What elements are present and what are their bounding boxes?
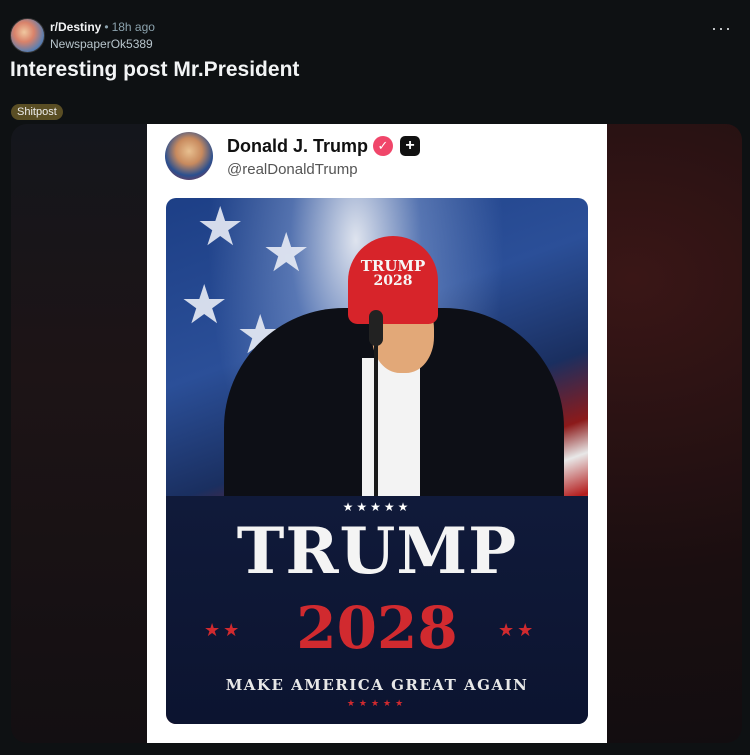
shirt-shape xyxy=(362,358,420,508)
banner-headline: TRUMP xyxy=(236,514,518,589)
post-title[interactable]: Interesting post Mr.President xyxy=(10,58,299,82)
post-media[interactable]: Donald J. Trump ✓ + @realDonaldTrump ★ ★… xyxy=(11,124,742,743)
embedded-handle: @realDonaldTrump xyxy=(227,161,358,178)
cap-text-line2: 2028 xyxy=(373,273,413,289)
post-flair[interactable]: Shitpost xyxy=(11,104,63,120)
microphone-stand xyxy=(374,338,378,498)
subreddit-link[interactable]: r/Destiny xyxy=(50,20,101,34)
post-header: r/Destiny • 18h ago NewspaperOk5389 ··· xyxy=(10,16,740,56)
flag-star-icon: ★ xyxy=(262,223,311,283)
embedded-avatar xyxy=(165,132,213,180)
embedded-author-name: Donald J. Trump xyxy=(227,136,369,156)
author-link[interactable]: NewspaperOk5389 xyxy=(50,37,153,51)
verified-badge-icon: ✓ xyxy=(373,136,393,156)
media-blur-background xyxy=(11,124,147,743)
microphone-icon xyxy=(369,310,383,346)
cap-text-line1: TRUMP xyxy=(360,257,426,275)
poster-banner: ★★★★★ TRUMP ★★ 2028 ★★ MAKE AMERICA GREA… xyxy=(166,496,588,724)
banner-right-stars: ★★ xyxy=(498,620,537,640)
embedded-truth-post: Donald J. Trump ✓ + @realDonaldTrump ★ ★… xyxy=(147,124,607,743)
plus-badge-icon: + xyxy=(400,136,420,156)
post-age: 18h ago xyxy=(111,20,155,34)
campaign-poster-image: ★ ★ ★ ★ TRUMP 2028 ★★★★★ TRUMP ★★ 2028 ★… xyxy=(166,198,588,724)
meta-separator: • xyxy=(104,20,109,34)
banner-slogan: MAKE AMERICA GREAT AGAIN xyxy=(225,676,529,694)
flag-star-icon: ★ xyxy=(180,275,229,335)
banner-top-stars: ★★★★★ xyxy=(342,500,412,514)
subreddit-avatar[interactable] xyxy=(10,18,45,53)
banner-bottom-stars: ★★★★★ xyxy=(346,698,408,708)
red-cap: TRUMP 2028 xyxy=(348,236,438,324)
post-meta: r/Destiny • 18h ago xyxy=(50,20,155,34)
flag-star-icon: ★ xyxy=(196,198,245,257)
more-options-icon[interactable]: ··· xyxy=(711,19,732,37)
